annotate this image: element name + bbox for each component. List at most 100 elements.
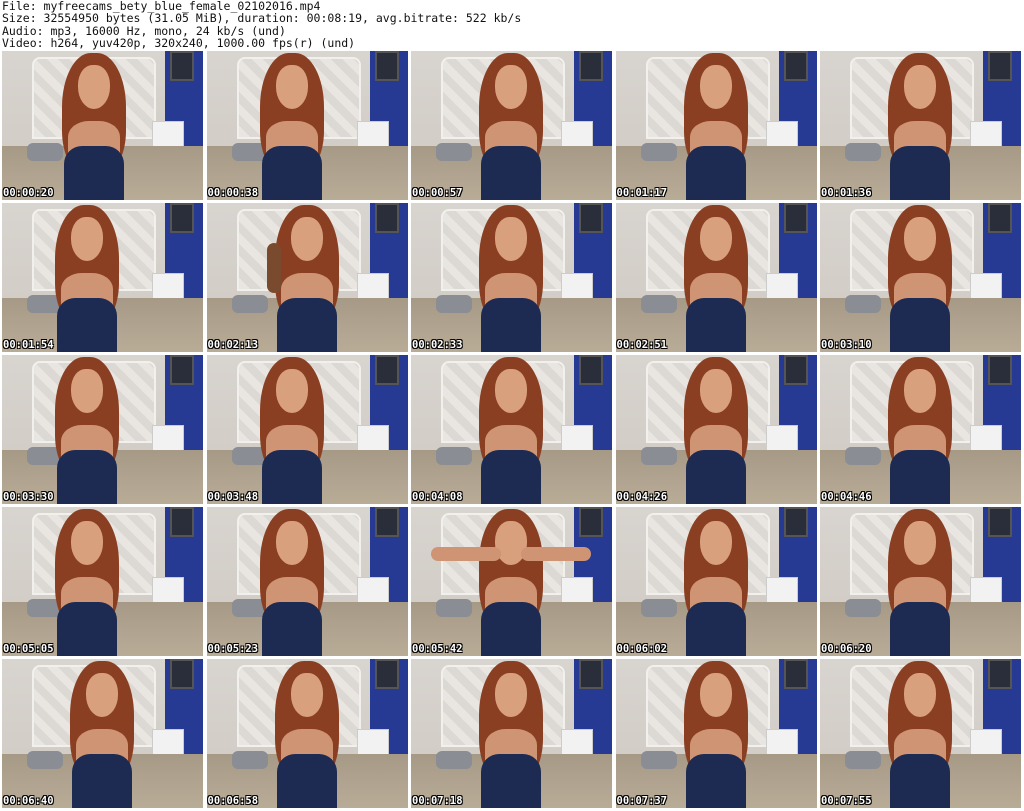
pillow	[845, 751, 881, 769]
video-thumbnail: 00:07:37	[615, 659, 817, 808]
wall-frame	[170, 507, 194, 537]
face	[904, 521, 936, 565]
wall-frame	[783, 507, 808, 537]
nightstand	[152, 121, 184, 149]
timestamp-label: 00:05:23	[207, 643, 259, 655]
nightstand	[970, 425, 1002, 453]
face	[275, 65, 308, 109]
video-thumbnail: 00:00:57	[411, 51, 612, 200]
wall-frame	[579, 659, 603, 689]
nightstand	[765, 577, 798, 605]
nightstand	[970, 273, 1002, 301]
face	[78, 65, 110, 109]
timestamp-label: 00:03:10	[821, 339, 872, 351]
video-thumbnail: 00:07:55	[820, 659, 1021, 808]
face	[699, 217, 732, 261]
face	[71, 217, 103, 261]
pillow	[436, 447, 472, 465]
dark-top	[57, 602, 117, 656]
dark-top	[261, 602, 322, 656]
timestamp-label: 00:06:40	[3, 795, 54, 807]
left-arm	[431, 547, 501, 561]
face	[495, 217, 527, 261]
face	[904, 217, 936, 261]
face	[699, 673, 732, 717]
pillow	[845, 295, 881, 313]
video-thumbnail: 00:00:20	[2, 51, 203, 200]
pillow	[436, 599, 472, 617]
face	[699, 65, 732, 109]
dark-top	[481, 146, 541, 200]
dark-top	[57, 450, 117, 504]
timestamp-label: 00:05:05	[3, 643, 54, 655]
pillow	[845, 599, 881, 617]
video-thumbnail: 00:02:33	[411, 203, 612, 352]
file-size-line: Size: 32554950 bytes (31.05 MiB), durati…	[2, 11, 522, 26]
pillow	[27, 143, 63, 161]
wall-frame	[988, 659, 1012, 689]
wall-frame	[783, 203, 808, 233]
video-thumbnail: 00:01:54	[2, 203, 203, 352]
dark-top	[481, 602, 541, 656]
wall-frame	[988, 203, 1012, 233]
face	[290, 217, 323, 261]
video-thumbnail: 00:06:20	[820, 507, 1021, 656]
video-thumbnail: 00:01:17	[615, 51, 817, 200]
video-info-header: File: myfreecams_bety_blue_female_021020…	[2, 0, 1020, 50]
dark-top	[72, 754, 132, 808]
face	[275, 521, 308, 565]
face	[495, 65, 527, 109]
pillow	[845, 447, 881, 465]
nightstand	[356, 273, 389, 301]
face	[495, 673, 527, 717]
dark-top	[481, 298, 541, 352]
face	[904, 369, 936, 413]
wall-frame	[988, 355, 1012, 385]
nightstand	[970, 121, 1002, 149]
pillow	[845, 143, 881, 161]
nightstand	[765, 121, 798, 149]
dark-top	[685, 754, 746, 808]
nightstand	[561, 273, 593, 301]
wall-frame	[783, 355, 808, 385]
video-thumbnail: 00:05:05	[2, 507, 203, 656]
pillow	[27, 751, 63, 769]
nightstand	[970, 729, 1002, 757]
dark-top	[890, 146, 950, 200]
timestamp-label: 00:04:46	[821, 491, 872, 503]
timestamp-label: 00:06:20	[821, 643, 872, 655]
wall-frame	[579, 507, 603, 537]
wall-frame	[170, 355, 194, 385]
video-thumbnail: 00:00:38	[206, 51, 408, 200]
dark-top	[685, 146, 746, 200]
dark-top	[685, 602, 746, 656]
dark-top	[890, 602, 950, 656]
video-thumbnail: 00:01:36	[820, 51, 1021, 200]
video-thumbnail: 00:05:42	[411, 507, 612, 656]
video-thumbnail: 00:02:51	[615, 203, 817, 352]
video-thumbnail: 00:03:30	[2, 355, 203, 504]
nightstand	[356, 121, 389, 149]
nightstand	[765, 729, 798, 757]
nightstand	[356, 729, 389, 757]
face	[495, 369, 527, 413]
dark-top	[57, 298, 117, 352]
dark-top	[685, 450, 746, 504]
video-thumbnail: 00:03:10	[820, 203, 1021, 352]
timestamp-label: 00:01:54	[3, 339, 54, 351]
wall-frame	[374, 51, 399, 81]
dark-top	[64, 146, 124, 200]
wall-frame	[170, 51, 194, 81]
nightstand	[152, 425, 184, 453]
video-thumbnail: 00:04:08	[411, 355, 612, 504]
video-thumbnail: 00:06:40	[2, 659, 203, 808]
pillow	[640, 295, 677, 313]
wall-frame	[579, 203, 603, 233]
timestamp-label: 00:03:30	[3, 491, 54, 503]
pillow	[231, 295, 268, 313]
wall-frame	[374, 659, 399, 689]
face	[275, 369, 308, 413]
wall-frame	[374, 507, 399, 537]
dark-top	[685, 298, 746, 352]
timestamp-label: 00:04:26	[616, 491, 668, 503]
